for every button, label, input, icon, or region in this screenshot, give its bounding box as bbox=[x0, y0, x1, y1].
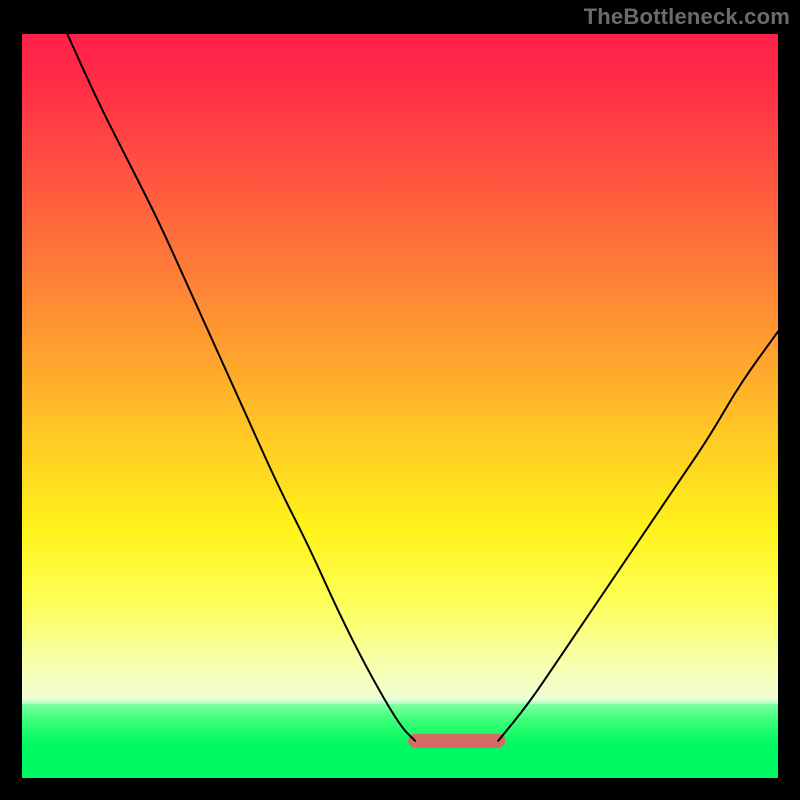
watermark-label: TheBottleneck.com bbox=[584, 4, 790, 30]
left-branch-path bbox=[67, 34, 415, 741]
plot-area bbox=[22, 34, 778, 778]
right-branch-path bbox=[498, 332, 778, 741]
chart-frame: TheBottleneck.com bbox=[0, 0, 800, 800]
curve-svg bbox=[22, 34, 778, 778]
